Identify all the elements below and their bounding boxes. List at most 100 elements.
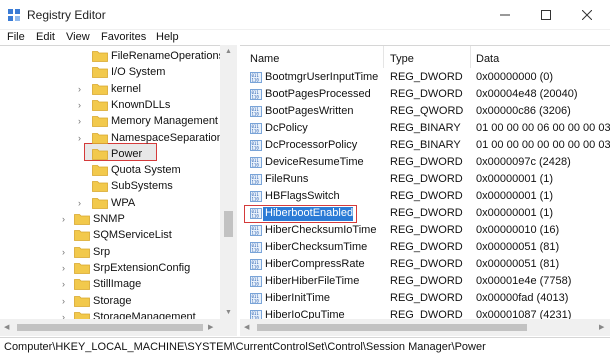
- scroll-down-icon[interactable]: ▼: [225, 309, 232, 317]
- value-data: 0x00000c86 (3206): [476, 105, 571, 117]
- value-data: 0x00000001 (1): [476, 207, 554, 219]
- tree-item[interactable]: › SNMP: [0, 211, 218, 227]
- tree-item[interactable]: › NamespaceSeparation: [0, 130, 223, 146]
- value-row[interactable]: 011 110 DeviceResumeTime REG_DWORD 0x0000097…: [240, 154, 610, 171]
- folder-icon: [92, 165, 108, 176]
- binary-value-icon: 011110: [250, 123, 262, 134]
- value-row[interactable]: 011 110 BootPagesWritten REG_QWORD 0x00000c8…: [240, 103, 610, 120]
- tree-item-label: Power: [111, 147, 143, 160]
- menu-favorites[interactable]: Favorites: [101, 30, 146, 44]
- chevron-right-icon[interactable]: ›: [62, 247, 70, 256]
- value-row[interactable]: 011 110 HiberChecksumTime REG_DWORD 0x000000…: [240, 239, 610, 256]
- value-type: REG_BINARY: [390, 122, 461, 134]
- minimize-icon: [500, 14, 510, 16]
- value-row[interactable]: 011 110 HiberHiberFileTime REG_DWORD 0x00001…: [240, 273, 610, 290]
- value-row[interactable]: 011 110 BootPagesProcessed REG_DWORD 0x00004…: [240, 86, 610, 103]
- tree-item[interactable]: › Storage: [0, 293, 218, 309]
- minimize-button[interactable]: [486, 0, 524, 30]
- scroll-left-icon[interactable]: ◀: [244, 324, 249, 332]
- value-name: HBFlagsSwitch: [265, 190, 340, 202]
- value-type: REG_DWORD: [390, 241, 463, 253]
- menu-view[interactable]: View: [66, 30, 90, 44]
- value-name: DcProcessorPolicy: [265, 139, 358, 151]
- value-row[interactable]: 011 110 HiberbootEnabled REG_DWORD 0x0000000…: [240, 205, 610, 222]
- close-icon: [582, 10, 592, 20]
- scroll-right-icon[interactable]: ▶: [208, 324, 213, 332]
- chevron-right-icon[interactable]: ›: [62, 280, 70, 289]
- tree-item[interactable]: FileRenameOperations: [0, 48, 224, 64]
- value-data: 01 00 00 00 06 00 00 00 03: [476, 122, 610, 134]
- value-row[interactable]: 011 110 HiberCompressRate REG_DWORD 0x000000…: [240, 256, 610, 273]
- column-separator[interactable]: [470, 46, 471, 68]
- tree-item[interactable]: Power: [0, 146, 218, 162]
- binary-value-icon: 011110: [250, 276, 262, 287]
- value-name: HiberCompressRate: [265, 258, 365, 270]
- column-header-name[interactable]: Name: [250, 50, 279, 68]
- chevron-right-icon[interactable]: ›: [62, 215, 70, 224]
- tree-item[interactable]: › SrpExtensionConfig: [0, 260, 218, 276]
- scroll-up-icon[interactable]: ▲: [225, 48, 232, 56]
- value-row[interactable]: 011 110 HiberChecksumIoTime REG_DWORD 0x0000…: [240, 222, 610, 239]
- value-name: BootPagesWritten: [265, 105, 354, 117]
- menu-edit[interactable]: Edit: [36, 30, 55, 44]
- tree-item[interactable]: Quota System: [0, 162, 218, 178]
- column-separator[interactable]: [383, 46, 384, 68]
- list-horizontal-scrollbar[interactable]: ◀ ▶: [240, 319, 610, 336]
- folder-icon: [92, 99, 108, 111]
- value-data: 0x00000051 (81): [476, 258, 560, 270]
- value-row[interactable]: 011 110 DcPolicy REG_BINARY 01 00 00 00 06 0…: [240, 120, 610, 137]
- value-name: BootmgrUserInputTime: [265, 71, 379, 83]
- value-row[interactable]: 011 110 HBFlagsSwitch REG_DWORD 0x00000001 (…: [240, 188, 610, 205]
- tree-item[interactable]: › KnownDLLs: [0, 97, 218, 113]
- menu-help[interactable]: Help: [156, 30, 179, 44]
- tree-item[interactable]: › WPA: [0, 195, 218, 211]
- chevron-right-icon[interactable]: ›: [78, 198, 86, 207]
- folder-icon: [92, 181, 108, 193]
- column-header-data[interactable]: Data: [476, 50, 499, 68]
- tree-item[interactable]: › Srp: [0, 244, 218, 260]
- chevron-right-icon[interactable]: ›: [78, 84, 86, 93]
- value-row[interactable]: 011 110 FileRuns REG_DWORD 0x00000001 (1): [240, 171, 610, 188]
- tree-item-label: StillImage: [93, 278, 142, 291]
- menu-file[interactable]: File: [7, 30, 25, 44]
- svg-text:110: 110: [252, 129, 260, 134]
- folder-icon: [92, 67, 108, 79]
- maximize-icon: [541, 10, 551, 20]
- tree-item[interactable]: SQMServiceList: [0, 227, 218, 243]
- value-row[interactable]: 011 110 BootmgrUserInputTime REG_DWORD 0x000…: [240, 69, 610, 86]
- scroll-right-icon[interactable]: ▶: [599, 324, 604, 332]
- value-name: FileRuns: [265, 173, 309, 185]
- maximize-button[interactable]: [527, 0, 565, 30]
- value-row[interactable]: 011 110 DcProcessorPolicy REG_BINARY 01 00 0…: [240, 137, 610, 154]
- tree-item-label: SNMP: [93, 213, 125, 225]
- tree-vertical-scrollbar[interactable]: ▲ ▼: [220, 45, 237, 319]
- svg-text:110: 110: [252, 197, 260, 202]
- value-type: REG_QWORD: [390, 105, 464, 117]
- tree-hscroll-thumb[interactable]: [17, 324, 203, 331]
- tree-item[interactable]: › kernel: [0, 81, 218, 97]
- tree-item[interactable]: › Memory Management: [0, 113, 218, 129]
- title-bar: Registry Editor: [0, 0, 610, 30]
- chevron-right-icon[interactable]: ›: [78, 133, 86, 142]
- chevron-right-icon[interactable]: ›: [78, 117, 86, 126]
- svg-text:110: 110: [252, 163, 260, 168]
- svg-text:110: 110: [252, 248, 260, 253]
- value-row[interactable]: 011 110 HiberInitTime REG_DWORD 0x00000fad (…: [240, 290, 610, 307]
- chevron-right-icon[interactable]: ›: [62, 263, 70, 272]
- list-hscroll-thumb[interactable]: [257, 324, 527, 331]
- tree-item[interactable]: › StillImage: [0, 276, 218, 292]
- close-button[interactable]: [568, 0, 606, 30]
- tree-item[interactable]: I/O System: [0, 64, 218, 80]
- value-data: 0x00001e4e (7758): [476, 275, 572, 287]
- tree-vscroll-thumb[interactable]: [224, 211, 233, 237]
- scroll-left-icon[interactable]: ◀: [4, 324, 9, 332]
- status-bar: Computer\HKEY_LOCAL_MACHINE\SYSTEM\Curre…: [0, 337, 610, 357]
- value-name: BootPagesProcessed: [265, 88, 371, 100]
- column-header-type[interactable]: Type: [390, 50, 414, 68]
- chevron-right-icon[interactable]: ›: [62, 296, 70, 305]
- tree-horizontal-scrollbar[interactable]: ◀ ▶: [0, 319, 237, 336]
- tree-item[interactable]: SubSystems: [0, 178, 218, 194]
- chevron-right-icon[interactable]: ›: [78, 100, 86, 109]
- value-type: REG_DWORD: [390, 173, 463, 185]
- value-type: REG_DWORD: [390, 190, 463, 202]
